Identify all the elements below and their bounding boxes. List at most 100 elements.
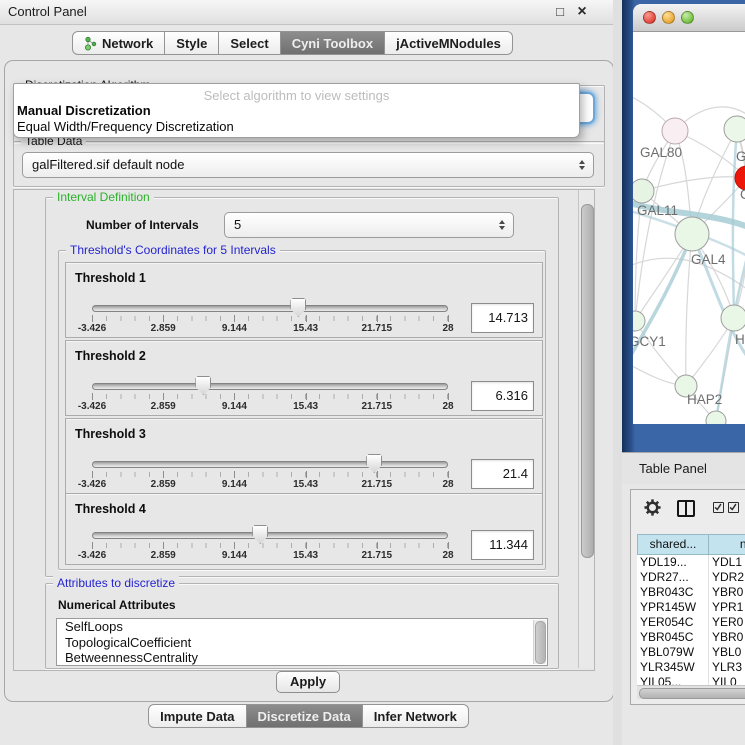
table-cell: YIL0 xyxy=(709,675,745,685)
table-cell: YBR0 xyxy=(709,585,745,600)
threshold-label: Threshold 3 xyxy=(75,427,146,441)
slider-major-tick xyxy=(163,542,164,549)
slider-major-tick xyxy=(377,393,378,400)
tab-style[interactable]: Style xyxy=(165,31,219,55)
slider-major-tick xyxy=(377,471,378,478)
list-scrollbar[interactable] xyxy=(533,620,546,664)
horizontal-scrollbar[interactable] xyxy=(637,685,745,699)
network-node-gal80[interactable] xyxy=(662,118,688,144)
tab-network[interactable]: Network xyxy=(72,31,165,55)
table-row[interactable]: YER054CYER0 xyxy=(637,615,745,630)
slider-track[interactable] xyxy=(92,461,448,468)
slider-major-tick xyxy=(92,393,93,400)
close-panel-icon[interactable]: × xyxy=(574,0,590,24)
network-node-gal11[interactable] xyxy=(633,179,654,203)
horizontal-scrollbar-thumb[interactable] xyxy=(639,688,745,699)
threshold-value-field[interactable]: 21.4 xyxy=(471,459,534,489)
tab-impute-data[interactable]: Impute Data xyxy=(148,704,246,728)
float-panel-icon[interactable]: □ xyxy=(552,0,568,24)
threshold-value-field[interactable]: 6.316 xyxy=(471,381,534,411)
control-panel-title: Control Panel xyxy=(8,0,87,24)
tab-discretize-data[interactable]: Discretize Data xyxy=(247,704,363,728)
vertical-scrollbar-thumb[interactable] xyxy=(581,204,594,558)
slider-major-tick xyxy=(163,315,164,322)
table-row[interactable]: YIL05...YIL0 xyxy=(637,675,745,685)
slider-track[interactable] xyxy=(92,383,448,390)
slider-major-tick xyxy=(234,315,235,322)
network-edge[interactable] xyxy=(635,321,686,386)
slider-track[interactable] xyxy=(92,305,448,312)
threshold-label: Threshold 4 xyxy=(75,502,146,516)
column-header-2[interactable]: na xyxy=(709,534,745,555)
network-node-gal4[interactable] xyxy=(675,217,709,251)
node-label: H xyxy=(735,332,745,347)
slider-major-tick xyxy=(448,542,449,549)
network-canvas[interactable]: GAL80GACGAL11GAL4GCY1HHAP2 xyxy=(633,32,745,424)
slider-tick-label: 9.144 xyxy=(222,401,247,412)
table-row[interactable]: YPR145WYPR1 xyxy=(637,600,745,615)
zoom-button[interactable] xyxy=(681,11,694,24)
slider-tick-label: 21.715 xyxy=(362,401,393,412)
table-row[interactable]: YLR345WYLR3 xyxy=(637,660,745,675)
checkbox-icon[interactable] xyxy=(728,502,739,513)
table-row[interactable]: YBL079WYBL0 xyxy=(637,645,745,660)
tab-jactivemnodules[interactable]: jActiveMNodules xyxy=(385,31,513,55)
network-view-window: GAL80GACGAL11GAL4GCY1HHAP2 xyxy=(633,4,745,424)
threshold-slider[interactable]: -3.4262.8599.14415.4321.71528 xyxy=(92,457,448,493)
slider-minor-ticks xyxy=(92,394,448,399)
slider-major-tick xyxy=(448,315,449,322)
slider-tick-label: -3.426 xyxy=(78,401,106,412)
column-view-icon[interactable] xyxy=(677,500,695,517)
numerical-attributes-list[interactable]: SelfLoopsTopologicalCoefficientBetweenne… xyxy=(56,618,548,666)
slider-thumb[interactable] xyxy=(366,454,382,473)
minimize-button[interactable] xyxy=(662,11,675,24)
slider-major-tick xyxy=(163,393,164,400)
tab-cyni-toolbox[interactable]: Cyni Toolbox xyxy=(281,31,385,55)
dropdown-item-manual-discretization[interactable]: Manual Discretization xyxy=(14,103,579,119)
slider-track[interactable] xyxy=(92,532,448,539)
network-node-gcy1[interactable] xyxy=(633,311,645,331)
network-node-ga[interactable] xyxy=(724,116,745,142)
threshold-value-field[interactable]: 14.713 xyxy=(471,303,534,333)
attribute-item-selfloops[interactable]: SelfLoops xyxy=(57,619,547,635)
slider-thumb[interactable] xyxy=(195,376,211,395)
dropdown-item-equal-width-frequency-discretization[interactable]: Equal Width/Frequency Discretization xyxy=(14,119,579,135)
attribute-item-betweennesscentrality[interactable]: BetweennessCentrality xyxy=(57,650,547,666)
tab-label: jActiveMNodules xyxy=(396,36,501,51)
vertical-scrollbar[interactable] xyxy=(578,190,594,668)
threshold-slider[interactable]: -3.4262.8599.14415.4321.71528 xyxy=(92,379,448,415)
number-of-intervals-combobox[interactable]: 5 xyxy=(224,212,514,238)
attribute-item-topologicalcoefficient[interactable]: TopologicalCoefficient xyxy=(57,635,547,651)
threshold-slider[interactable]: -3.4262.8599.14415.4321.71528 xyxy=(92,301,448,337)
threshold-panel-2: Threshold 2-3.4262.8599.14415.4321.71528… xyxy=(65,340,543,416)
table-row[interactable]: YDR27...YDR2 xyxy=(637,570,745,585)
threshold-panel-3: Threshold 3 -3.4262.8599.14415.4321.71528… xyxy=(65,418,543,494)
apply-button[interactable]: Apply xyxy=(276,671,340,693)
gear-icon[interactable] xyxy=(643,498,662,517)
table-row[interactable]: YDL19...YDL1 xyxy=(637,555,745,570)
table-data-combobox[interactable]: galFiltered.sif default node xyxy=(22,152,594,178)
slider-major-tick xyxy=(234,393,235,400)
checkbox-icon[interactable] xyxy=(713,502,724,513)
threshold-panel-4: Threshold 4 -3.4262.8599.14415.4321.71528… xyxy=(65,493,543,565)
slider-tick-label: 28 xyxy=(442,550,453,561)
list-scrollbar-thumb[interactable] xyxy=(535,621,546,664)
close-button[interactable] xyxy=(643,11,656,24)
table-row[interactable]: YBR043CYBR0 xyxy=(637,585,745,600)
column-header-1[interactable]: shared... xyxy=(637,534,709,555)
slider-tick-label: 2.859 xyxy=(151,550,176,561)
slider-major-tick xyxy=(377,542,378,549)
tab-infer-network[interactable]: Infer Network xyxy=(363,704,469,728)
slider-tick-label: 28 xyxy=(442,323,453,334)
slider-thumb[interactable] xyxy=(252,525,268,544)
slider-thumb[interactable] xyxy=(290,298,306,317)
tab-label: Infer Network xyxy=(374,709,457,724)
panel-splitter[interactable] xyxy=(613,0,622,745)
tab-select[interactable]: Select xyxy=(219,31,280,55)
network-canvas-container[interactable]: GAL80GACGAL11GAL4GCY1HHAP2 xyxy=(633,32,745,424)
threshold-value-field[interactable]: 11.344 xyxy=(471,530,534,560)
network-node-h[interactable] xyxy=(721,305,745,331)
node-label: GAL4 xyxy=(691,252,726,267)
table-row[interactable]: YBR045CYBR0 xyxy=(637,630,745,645)
threshold-slider[interactable]: -3.4262.8599.14415.4321.71528 xyxy=(92,528,448,564)
